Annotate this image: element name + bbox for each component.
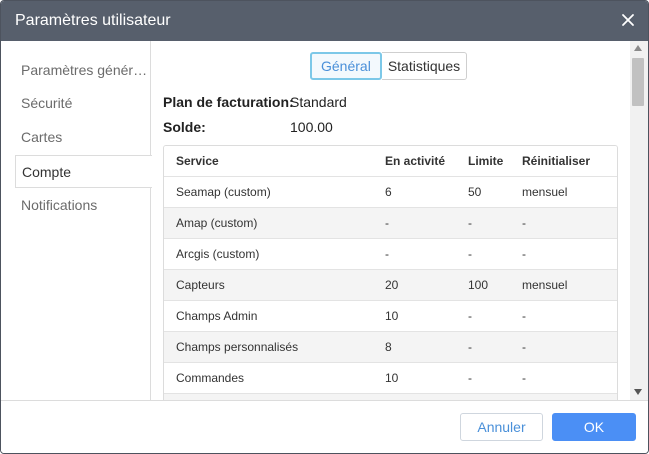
cell-reset: - xyxy=(522,309,526,323)
sidebar-item-maps[interactable]: Cartes xyxy=(15,121,151,154)
cell-active: 20 xyxy=(385,278,399,292)
cell-limit: 50 xyxy=(468,185,482,199)
content-scrollbar[interactable] xyxy=(630,41,648,400)
settings-sidebar: Paramètres généraux Sécurité Cartes Comp… xyxy=(1,41,152,400)
balance-label: Solde: xyxy=(163,119,206,135)
tab-statistics[interactable]: Statistiques xyxy=(381,52,468,80)
tab-general[interactable]: Général xyxy=(310,52,382,80)
cell-service: Champs Admin xyxy=(176,309,258,323)
scroll-up-arrow-icon[interactable] xyxy=(634,45,642,51)
cell-reset: - xyxy=(522,216,526,230)
sidebar-item-account[interactable]: Compte xyxy=(15,155,152,188)
account-panel: Général Statistiques Plan de facturation… xyxy=(152,41,630,400)
sidebar-item-security[interactable]: Sécurité xyxy=(15,87,151,120)
cell-reset: - xyxy=(522,371,526,385)
cell-service: Champs personnalisés xyxy=(176,340,299,354)
column-header-limit: Limite xyxy=(468,154,504,168)
table-row: Seamap (custom) 6 50 mensuel xyxy=(164,177,617,208)
scrollbar-thumb[interactable] xyxy=(632,58,644,106)
table-row: Arcgis (custom) - - - xyxy=(164,239,617,270)
cell-service: Amap (custom) xyxy=(176,216,258,230)
cell-limit: - xyxy=(468,340,472,354)
cell-service: Seamap (custom) xyxy=(176,185,271,199)
dialog-title: Paramètres utilisateur xyxy=(15,12,171,29)
cell-reset: - xyxy=(522,340,526,354)
scroll-down-arrow-icon[interactable] xyxy=(634,389,642,395)
close-icon[interactable] xyxy=(620,12,636,28)
billing-plan-row: Plan de facturation: Standard xyxy=(163,94,347,110)
billing-plan-label: Plan de facturation: xyxy=(163,94,294,110)
cell-active: - xyxy=(385,247,389,261)
cell-reset: mensuel xyxy=(522,278,568,292)
cell-limit: 100 xyxy=(468,278,489,292)
cell-active: 10 xyxy=(385,309,399,323)
table-row: Commandes 10 - - xyxy=(164,363,617,394)
balance-value: 100.00 xyxy=(290,119,333,135)
balance-row: Solde: 100.00 xyxy=(163,119,333,135)
account-tabs: Général Statistiques xyxy=(310,52,468,80)
column-header-reset: Réinitialiser xyxy=(522,154,591,168)
cell-service: Arcgis (custom) xyxy=(176,247,260,261)
cell-service: Commandes xyxy=(176,371,245,385)
user-settings-dialog: Paramètres utilisateur Paramètres généra… xyxy=(0,0,649,454)
cell-reset: - xyxy=(522,247,526,261)
dialog-footer: Annuler OK xyxy=(1,400,648,453)
cell-active: 6 xyxy=(385,185,392,199)
cancel-button[interactable]: Annuler xyxy=(460,413,543,441)
cell-reset: mensuel xyxy=(522,185,568,199)
cell-active: - xyxy=(385,216,389,230)
table-row: Amap (custom) - - - xyxy=(164,208,617,239)
billing-plan-value: Standard xyxy=(290,94,347,110)
table-row: Capteurs 20 100 mensuel xyxy=(164,270,617,301)
dialog-titlebar: Paramètres utilisateur xyxy=(1,1,648,41)
ok-button[interactable]: OK xyxy=(552,413,636,441)
table-row: Champs Admin 10 - - xyxy=(164,301,617,332)
cell-limit: - xyxy=(468,309,472,323)
sidebar-item-notifications[interactable]: Notifications xyxy=(15,189,151,222)
cell-limit: - xyxy=(468,216,472,230)
sidebar-item-general-settings[interactable]: Paramètres généraux xyxy=(15,54,151,87)
cell-active: 10 xyxy=(385,371,399,385)
column-header-service: Service xyxy=(176,154,219,168)
cell-limit: - xyxy=(468,247,472,261)
services-table: Service En activité Limite Réinitialiser… xyxy=(163,145,618,400)
table-header-row: Service En activité Limite Réinitialiser xyxy=(164,146,617,177)
table-row: Champs personnalisés 8 - - xyxy=(164,332,617,363)
cell-active: 8 xyxy=(385,340,392,354)
column-header-active: En activité xyxy=(385,154,446,168)
cell-service: Capteurs xyxy=(176,278,225,292)
cell-limit: - xyxy=(468,371,472,385)
